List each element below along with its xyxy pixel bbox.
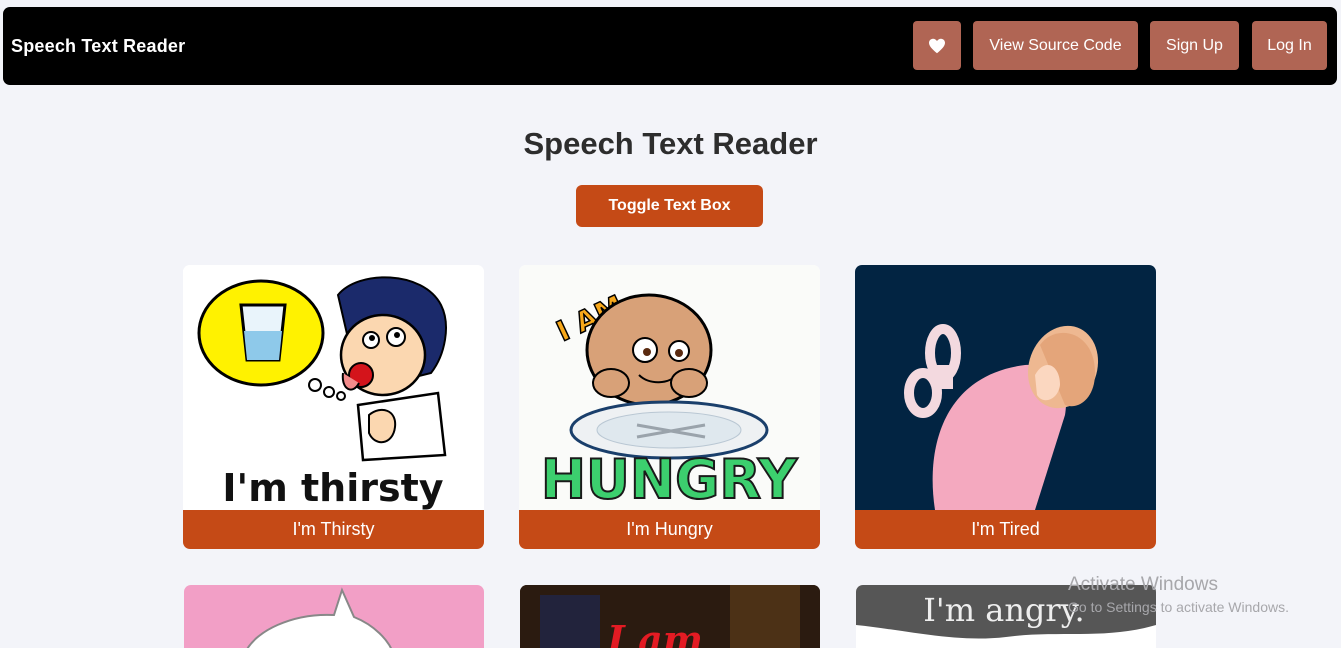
card-tired[interactable]: I'm Tired: [855, 265, 1156, 549]
cat-image: [246, 587, 393, 648]
view-source-button[interactable]: View Source Code: [973, 21, 1138, 70]
windows-watermark: Activate Windows Go to Settings to activ…: [1068, 574, 1289, 615]
page-title: Speech Text Reader: [523, 126, 818, 161]
hungry-image-text: HUNGRY: [541, 448, 798, 510]
card-label: I'm Thirsty: [183, 510, 484, 549]
navbar: Speech Text Reader View Source Code Sign…: [3, 7, 1337, 85]
card-hungry[interactable]: I AM HUNGRY I'm Hungry: [519, 265, 820, 549]
watermark-line1: Activate Windows: [1068, 574, 1218, 595]
brand-logo[interactable]: Speech Text Reader: [11, 36, 185, 57]
toggle-text-box-button[interactable]: Toggle Text Box: [576, 185, 763, 227]
card-thirsty[interactable]: I'm thirsty I'm Thirsty: [183, 265, 484, 549]
login-button[interactable]: Log In: [1252, 21, 1327, 70]
thirsty-image-text: I'm thirsty: [222, 466, 443, 510]
card-label: I'm Tired: [855, 510, 1156, 549]
signup-button[interactable]: Sign Up: [1150, 21, 1239, 70]
card-row2-1[interactable]: [184, 585, 484, 648]
thirsty-image: I'm thirsty: [183, 265, 484, 510]
sad-image: I am: [520, 585, 820, 648]
favorite-button[interactable]: [913, 21, 961, 70]
card-row2-2[interactable]: I am: [520, 585, 820, 648]
hungry-image: I AM HUNGRY: [519, 265, 820, 510]
row2-image-text: I am: [606, 617, 703, 648]
card-label: I'm Hungry: [519, 510, 820, 549]
watermark-line2: Go to Settings to activate Windows.: [1068, 599, 1289, 615]
tired-image: [855, 265, 1156, 510]
angry-image-text: I'm angry.: [923, 591, 1084, 629]
heart-icon: [929, 38, 945, 53]
